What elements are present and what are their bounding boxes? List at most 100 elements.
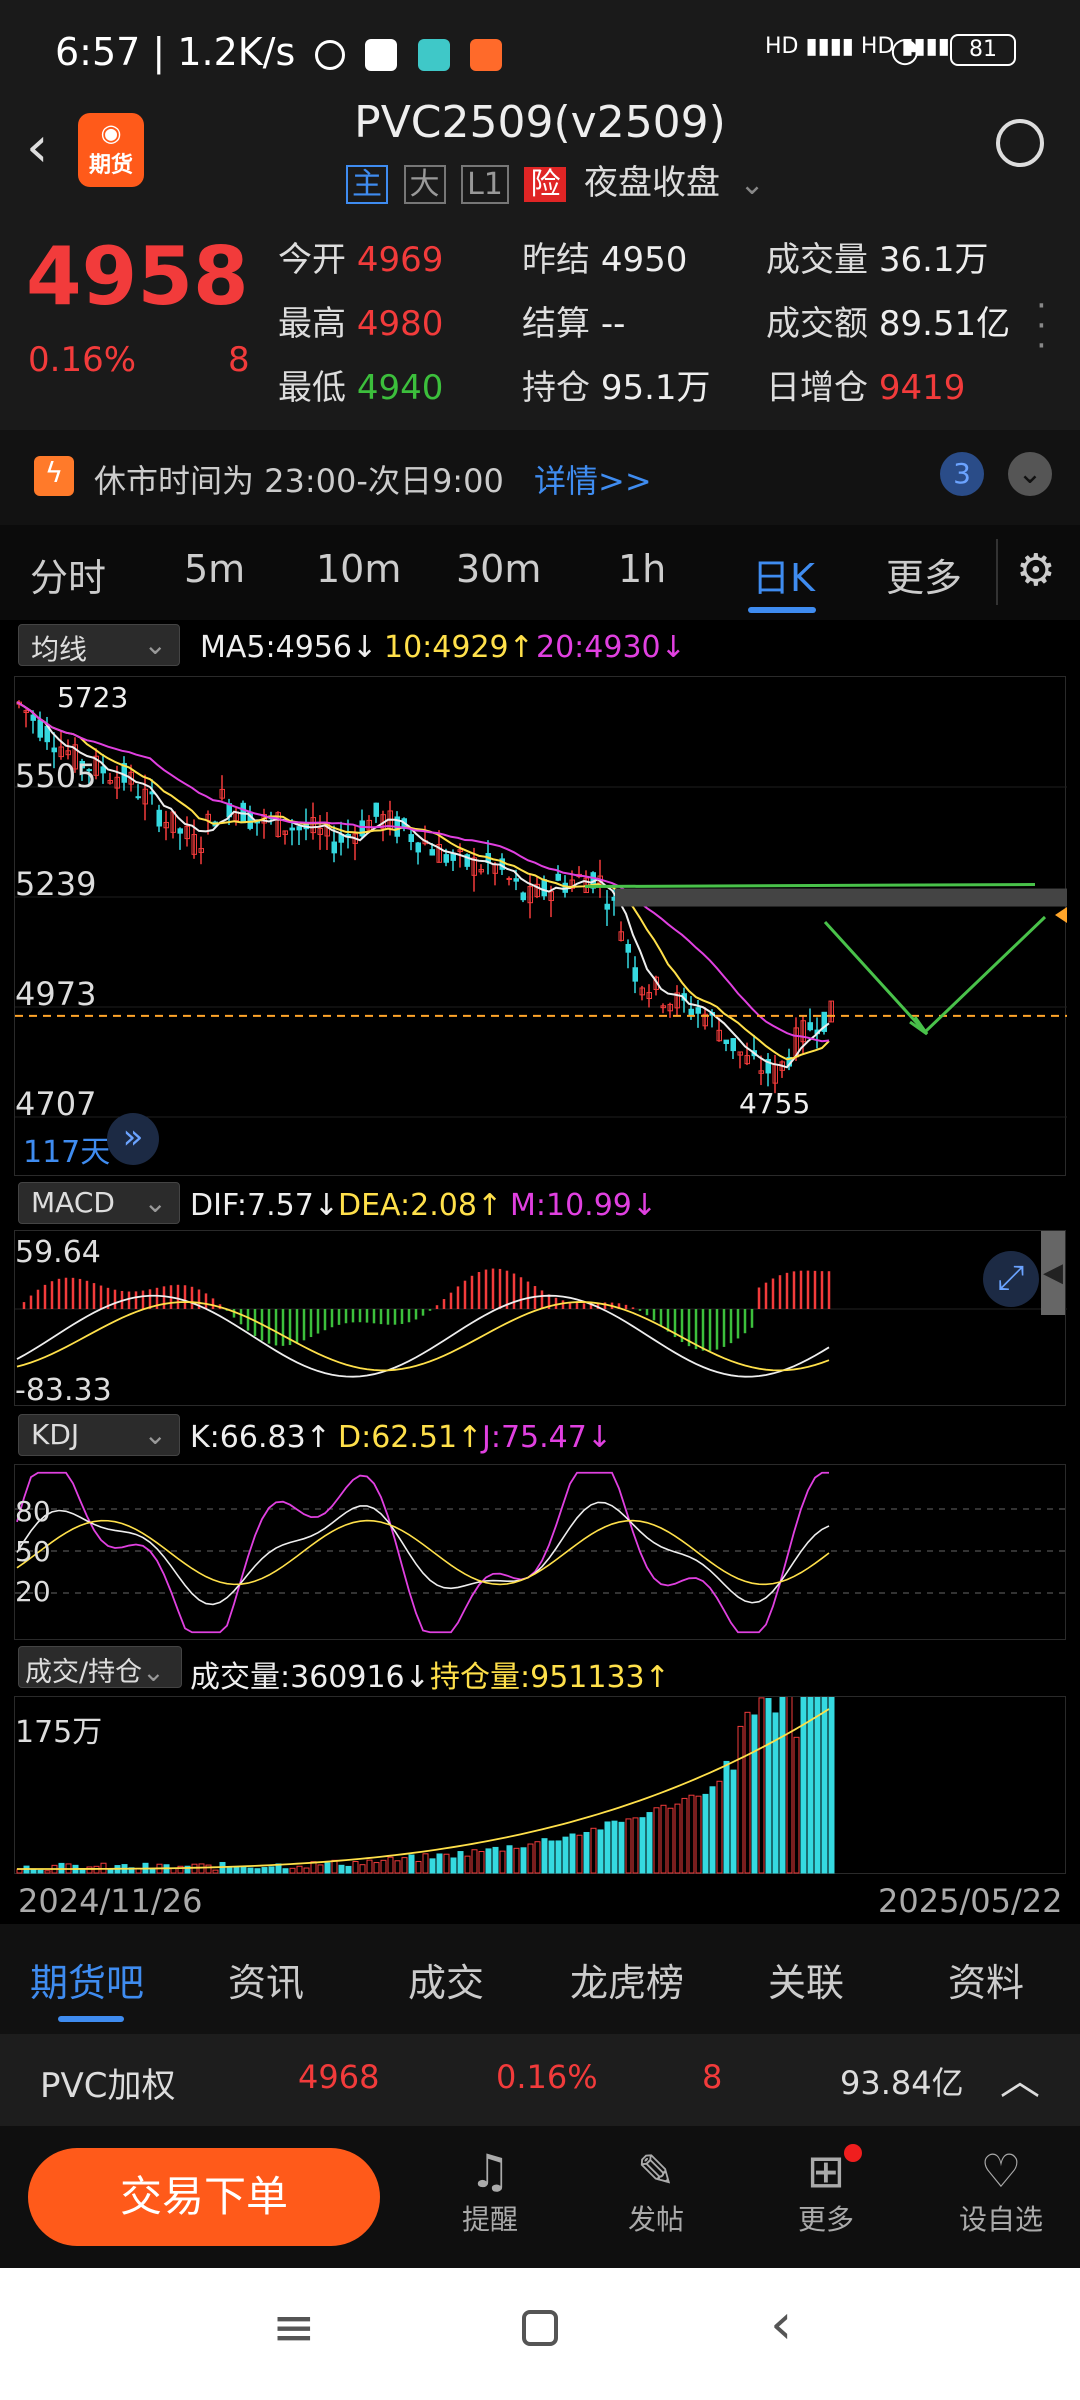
search-icon[interactable] — [996, 119, 1044, 167]
tab-more[interactable]: 更多 — [886, 547, 962, 602]
tab-trades[interactable]: 成交 — [408, 1952, 484, 2007]
more-vertical-icon[interactable]: · · · — [1036, 289, 1047, 363]
resistance-zone — [615, 888, 1067, 907]
macd-select[interactable]: MACD ⌄ — [18, 1182, 180, 1224]
fullscreen-icon[interactable]: ⤢ — [983, 1251, 1039, 1307]
volume-bar — [296, 1865, 303, 1874]
kdj-chart[interactable]: 80 50 20 — [14, 1464, 1067, 1640]
volume-bar — [660, 1804, 667, 1874]
tab-5m[interactable]: 5m — [184, 547, 245, 591]
kline-chart[interactable]: 5723 5505 5239 4973 4707 4755 117天 » — [14, 676, 1067, 1176]
notice-bar[interactable]: ϟ 休市时间为 23:00-次日9:00 详情>> 3 ⌄ — [0, 430, 1080, 525]
price-marker — [1055, 907, 1067, 923]
volume-bar — [590, 1827, 597, 1874]
weighted-quote-bar[interactable]: PVC加权 4968 0.16% 8 93.84亿 ︿ — [0, 2034, 1080, 2126]
contract-badges[interactable]: 主 大 L1 险 夜盘收盘 ⌄ — [346, 155, 765, 204]
menu-icon[interactable]: ≡ — [272, 2298, 316, 2358]
volume-bar — [576, 1834, 583, 1874]
volume-bar — [408, 1854, 415, 1874]
kline-ylabel-1: 5505 — [15, 757, 97, 795]
notice-text: 休市时间为 23:00-次日9:00 — [94, 462, 504, 500]
page-title: PVC2509(v2509) — [354, 97, 726, 148]
volume-bar — [569, 1833, 576, 1874]
macd-m: M:10.99↓ — [510, 1188, 658, 1223]
date-start: 2024/11/26 — [18, 1882, 203, 1920]
volume-bar — [345, 1865, 352, 1874]
tab-30m[interactable]: 30m — [456, 547, 541, 591]
badge-main: 主 — [346, 165, 388, 204]
candle-body — [408, 834, 414, 843]
tab-daily-k[interactable]: 日K — [752, 547, 815, 602]
volume-bar — [730, 1769, 737, 1874]
scroll-right-icon[interactable]: » — [107, 1113, 159, 1165]
chevron-up-icon[interactable]: ︿ — [1000, 2048, 1040, 2106]
volume-bar — [821, 1690, 828, 1874]
candle-body — [541, 879, 547, 897]
quote-panel: 4958 0.16% 8 今开 4969 最高 4980 最低 4940 昨结 … — [0, 210, 1080, 430]
tab-profile[interactable]: 资料 — [948, 1952, 1024, 2007]
volume-bar — [604, 1821, 611, 1874]
volume-bar — [814, 1680, 821, 1874]
volume-bar — [205, 1864, 212, 1874]
post-button[interactable]: ✎ 发帖 — [606, 2144, 706, 2238]
tab-1h[interactable]: 1h — [618, 547, 666, 591]
candle-body — [723, 1039, 729, 1045]
volume-bar — [541, 1838, 548, 1874]
ma-select[interactable]: 均线 ⌄ — [18, 624, 180, 666]
volume-select[interactable]: 成交/持仓⌄ — [18, 1646, 182, 1688]
volume-bar — [485, 1848, 492, 1874]
volume-bar — [506, 1845, 513, 1874]
volume-svg — [16, 1666, 835, 1874]
trade-order-button[interactable]: 交易下单 — [28, 2148, 380, 2246]
volume-bar — [303, 1867, 310, 1874]
ma10-value: 10:4929↑ — [384, 630, 534, 665]
badge-l1: L1 — [461, 165, 509, 204]
kline-ylabel-3: 4973 — [15, 975, 97, 1013]
heart-icon: ♡ — [980, 2144, 1022, 2198]
date-end: 2025/05/22 — [878, 1882, 1063, 1920]
tab-related[interactable]: 关联 — [768, 1952, 844, 2007]
ma20-line — [16, 701, 830, 1043]
lightning-icon: ϟ — [34, 456, 74, 496]
volume-bar — [471, 1849, 478, 1874]
tab-dragon-tiger[interactable]: 龙虎榜 — [570, 1952, 684, 2007]
volume-ylabel: 175万 — [15, 1715, 103, 1750]
candle-body — [415, 842, 421, 853]
candle-body — [632, 967, 638, 982]
notice-count-badge: 3 — [940, 452, 984, 496]
tab-news[interactable]: 资讯 — [228, 1952, 304, 2007]
kdj-ylabel-80: 80 — [15, 1495, 51, 1528]
tab-timeshare[interactable]: 分时 — [30, 547, 106, 602]
volume-bar — [261, 1867, 268, 1874]
more-button[interactable]: ⊞ 更多 — [776, 2144, 876, 2238]
volume-bar — [737, 1725, 744, 1874]
kdj-select[interactable]: KDJ ⌄ — [18, 1414, 180, 1456]
volume-chart[interactable]: 175万 — [14, 1666, 1066, 1874]
drawn-projection-line — [823, 915, 1047, 1035]
volume-bar — [240, 1866, 247, 1874]
collapse-panel-icon[interactable]: ◀ — [1041, 1231, 1065, 1315]
candle-body — [555, 873, 561, 881]
tab-forum[interactable]: 期货吧 — [30, 1952, 144, 2007]
alert-button[interactable]: ♫ 提醒 — [440, 2144, 540, 2238]
back-nav-icon[interactable]: ‹ — [770, 2292, 792, 2357]
volume-bar — [422, 1853, 429, 1874]
kdj-d: D:62.51↑ — [338, 1420, 483, 1455]
ma-legend: 均线 ⌄ MA5:4956↓ 10:4929↑ 20:4930↓ — [0, 624, 1080, 668]
action-bar: 交易下单 ♫ 提醒 ✎ 发帖 ⊞ 更多 ♡ 设自选 — [0, 2126, 1080, 2268]
high-stat: 最高 4980 — [278, 304, 444, 344]
volume-bar — [513, 1847, 520, 1874]
macd-chart[interactable]: 59.64 -83.33 ⤢ ◀ — [14, 1230, 1067, 1408]
expand-icon[interactable]: ⌄ — [1008, 452, 1052, 496]
volume-bar — [478, 1851, 485, 1874]
active-tab-indicator — [748, 607, 816, 613]
macd-dif: DIF:7.57↓ — [190, 1188, 339, 1223]
volume-bar — [387, 1856, 394, 1874]
tab-10m[interactable]: 10m — [316, 547, 401, 591]
notice-details-link[interactable]: 详情>> — [534, 456, 652, 502]
notification-dot — [844, 2144, 862, 2162]
home-icon[interactable] — [522, 2310, 558, 2346]
add-watchlist-button[interactable]: ♡ 设自选 — [946, 2144, 1056, 2238]
settings-gear-icon[interactable]: ⚙ — [1016, 545, 1055, 596]
ma20-value: 20:4930↓ — [536, 630, 686, 665]
